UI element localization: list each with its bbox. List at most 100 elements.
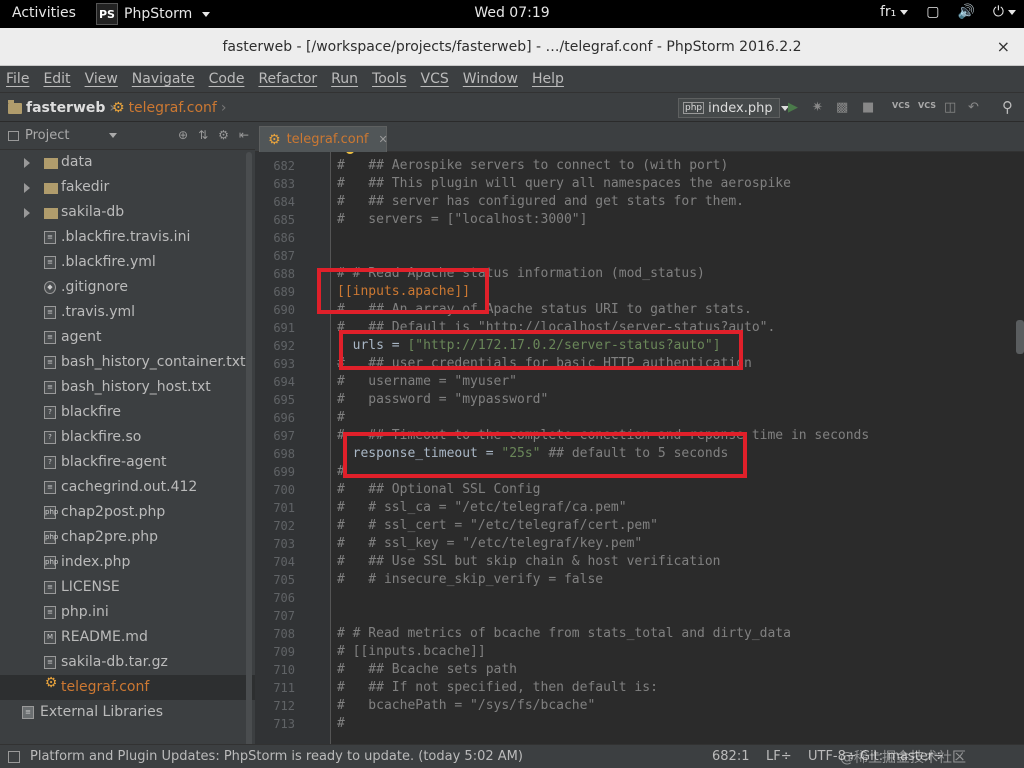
code-line[interactable]: 712 # bcachePath = "/sys/fs/bcache"	[255, 698, 1024, 716]
tree-item-file[interactable]: M README.md	[0, 625, 255, 650]
close-tab-icon[interactable]: ✕	[379, 133, 388, 146]
tree-item-file[interactable]: ◆ .gitignore	[0, 275, 255, 300]
menu-code[interactable]: Code	[209, 71, 245, 87]
coverage-icon[interactable]: ▩	[836, 100, 848, 115]
tree-item-file[interactable]: ≡ sakila-db.tar.gz	[0, 650, 255, 675]
menu-vcs[interactable]: VCS	[421, 71, 449, 87]
code-line[interactable]: 703 # # ssl_key = "/etc/telegraf/key.pem"	[255, 536, 1024, 554]
code-line[interactable]: 707	[255, 608, 1024, 626]
project-scrollbar[interactable]	[246, 152, 252, 744]
breadcrumb-project[interactable]: fasterweb ›	[8, 99, 115, 116]
menu-file[interactable]: File	[6, 71, 29, 87]
code-line[interactable]: 686	[255, 230, 1024, 248]
code-line[interactable]: 705 # # insecure_skip_verify = false	[255, 572, 1024, 590]
code-line[interactable]: 683 # ## This plugin will query all names…	[255, 176, 1024, 194]
folder-icon	[44, 208, 58, 219]
expand-arrow-icon[interactable]	[24, 158, 30, 168]
expand-arrow-icon[interactable]	[24, 208, 30, 218]
volume-icon[interactable]: 🔊	[957, 4, 974, 20]
code-line[interactable]: 702 # # ssl_cert = "/etc/telegraf/cert.pe…	[255, 518, 1024, 536]
code-line[interactable]: 696 #	[255, 410, 1024, 428]
menu-run[interactable]: Run	[331, 71, 358, 87]
locate-icon[interactable]: ⊕	[178, 128, 188, 142]
code-editor[interactable]: 682 # ## Aerospike servers to connect to …	[255, 152, 1024, 744]
menu-refactor[interactable]: Refactor	[258, 71, 317, 87]
code-line[interactable]: 687	[255, 248, 1024, 266]
hide-panel-icon[interactable]: ⇤	[239, 128, 249, 142]
clock[interactable]: Wed 07:19	[0, 5, 1024, 21]
compare-icon[interactable]: ◫	[944, 100, 956, 115]
tree-item-file[interactable]: ? blackfire	[0, 400, 255, 425]
tree-item-file[interactable]: php chap2pre.php	[0, 525, 255, 550]
code-line[interactable]: 701 # # ssl_ca = "/etc/telegraf/ca.pem"	[255, 500, 1024, 518]
tree-item-file[interactable]: ≡ agent	[0, 325, 255, 350]
expand-arrow-icon[interactable]	[24, 183, 30, 193]
tree-item-file[interactable]: ? blackfire-agent	[0, 450, 255, 475]
menu-help[interactable]: Help	[532, 71, 564, 87]
screen-icon[interactable]: ▢	[926, 4, 939, 20]
line-separator[interactable]: LF÷	[766, 749, 792, 764]
code-line[interactable]: 700 # ## Optional SSL Config	[255, 482, 1024, 500]
code-line[interactable]: 684 # ## server has configured and get st…	[255, 194, 1024, 212]
tree-item-file[interactable]: ≡ .travis.yml	[0, 300, 255, 325]
run-configuration-select[interactable]: php index.php	[678, 98, 789, 118]
breadcrumb-file[interactable]: ⚙ telegraf.conf ›	[112, 100, 226, 116]
run-icon[interactable]: ▶	[788, 100, 798, 115]
archive-file-icon: ≡	[44, 656, 56, 669]
code-line[interactable]: 685 # servers = ["localhost:3000"]	[255, 212, 1024, 230]
tree-item-file[interactable]: ? blackfire.so	[0, 425, 255, 450]
code-line[interactable]: 709 # [[inputs.bcache]]	[255, 644, 1024, 662]
lightbulb-icon[interactable]	[345, 152, 355, 154]
line-number: 696	[273, 411, 295, 425]
tree-item-sakila-db[interactable]: sakila-db	[0, 200, 255, 225]
vcs-commit-icon[interactable]: VCS	[918, 101, 936, 110]
power-icon[interactable]: ⏻	[993, 4, 1016, 20]
tree-item-file[interactable]: ≡ LICENSE	[0, 575, 255, 600]
tree-item-file[interactable]: ≡ cachegrind.out.412	[0, 475, 255, 500]
project-view-select[interactable]: Project	[25, 128, 69, 143]
tree-item-file[interactable]: ≡ bash_history_host.txt	[0, 375, 255, 400]
settings-gear-icon[interactable]: ⚙	[218, 128, 229, 142]
line-number: 697	[273, 429, 295, 443]
code-line[interactable]: 710 # ## Bcache sets path	[255, 662, 1024, 680]
tree-item-selected-file[interactable]: ⚙ telegraf.conf	[0, 675, 255, 700]
tree-item-file[interactable]: ≡ bash_history_container.txt	[0, 350, 255, 375]
collapse-all-icon[interactable]: ⇅	[198, 128, 208, 142]
tree-item-file[interactable]: ≡ .blackfire.yml	[0, 250, 255, 275]
vcs-update-icon[interactable]: VCS	[892, 101, 910, 110]
status-message[interactable]: Platform and Plugin Updates: PhpStorm is…	[30, 749, 523, 764]
menu-window[interactable]: Window	[463, 71, 518, 87]
code-line[interactable]: 682 # ## Aerospike servers to connect to …	[255, 158, 1024, 176]
project-panel-header[interactable]: Project ⊕ ⇅ ⚙ ⇤	[0, 122, 255, 150]
stop-icon[interactable]: ■	[862, 100, 874, 115]
code-token: # # ssl_cert = "/etc/telegraf/cert.pem"	[337, 518, 658, 533]
debug-icon[interactable]: ✷	[812, 100, 823, 115]
editor-tab-bar: ⚙ telegraf.conf ✕	[255, 122, 1024, 152]
tree-item-file[interactable]: php chap2post.php	[0, 500, 255, 525]
tree-item-file[interactable]: ≡ .blackfire.travis.ini	[0, 225, 255, 250]
code-line[interactable]: 708 # # Read metrics of bcache from stats…	[255, 626, 1024, 644]
code-line[interactable]: 694 # username = "myuser"	[255, 374, 1024, 392]
tree-item-external-libraries[interactable]: ≡ External Libraries	[0, 700, 255, 725]
code-line[interactable]: 706	[255, 590, 1024, 608]
code-line[interactable]: 711 # ## If not specified, then default i…	[255, 680, 1024, 698]
menu-edit[interactable]: Edit	[43, 71, 70, 87]
caret-position[interactable]: 682:1	[712, 749, 749, 764]
menu-view[interactable]: View	[85, 71, 118, 87]
tree-item-file[interactable]: ≡ php.ini	[0, 600, 255, 625]
code-line[interactable]: 713 #	[255, 716, 1024, 734]
code-line[interactable]: 695 # password = "mypassword"	[255, 392, 1024, 410]
tab-telegraf-conf[interactable]: ⚙ telegraf.conf ✕	[259, 126, 388, 152]
tree-item-file[interactable]: php index.php	[0, 550, 255, 575]
revert-icon[interactable]: ↶	[968, 100, 979, 115]
close-window-icon[interactable]: ×	[997, 37, 1010, 56]
code-line[interactable]: 704 # ## Use SSL but skip chain & host ve…	[255, 554, 1024, 572]
tree-item-data[interactable]: data	[0, 150, 255, 175]
menu-tools[interactable]: Tools	[372, 71, 407, 87]
search-icon[interactable]: ⚲	[1002, 98, 1013, 116]
tree-item-fakedir[interactable]: fakedir	[0, 175, 255, 200]
input-method-indicator[interactable]: fr₁	[880, 4, 909, 20]
toggle-tool-windows-icon[interactable]	[8, 751, 20, 763]
menu-navigate[interactable]: Navigate	[132, 71, 195, 87]
editor-scrollbar-thumb[interactable]	[1016, 320, 1024, 354]
